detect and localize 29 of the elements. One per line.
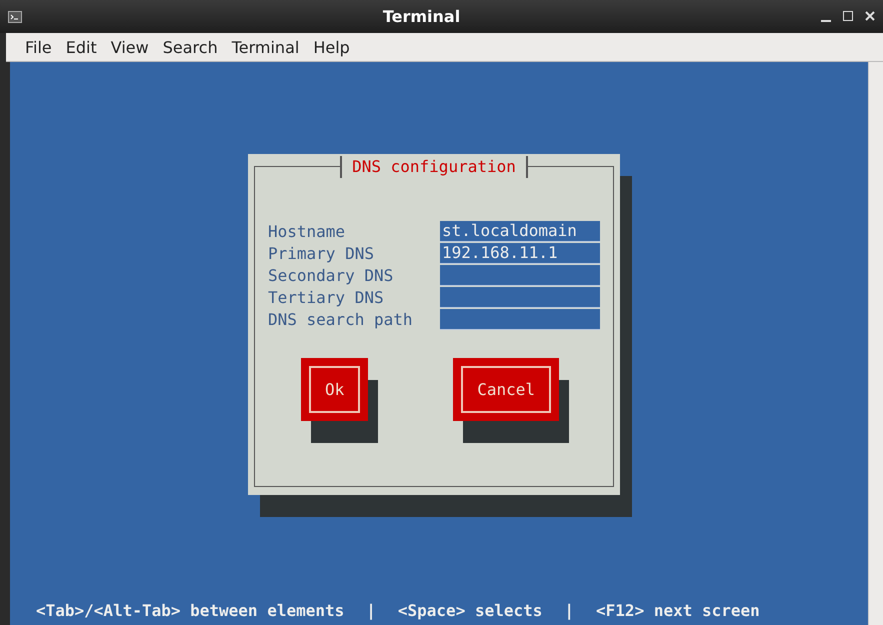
menu-item[interactable]: Edit [60, 36, 102, 58]
close-icon[interactable] [865, 10, 875, 20]
dialog-button[interactable]: Cancel [453, 358, 560, 421]
menu-item[interactable]: View [106, 36, 154, 58]
dialog-title: DNS configuration [340, 156, 528, 178]
field-label: DNS search path [268, 310, 414, 328]
field-label: Primary DNS [268, 244, 375, 262]
input-field[interactable] [440, 308, 600, 330]
field-label: Tertiary DNS [268, 288, 385, 306]
status-text: <Space> selects [398, 600, 542, 620]
menu-item[interactable]: Search [158, 36, 223, 58]
menu-item[interactable]: Help [308, 36, 355, 58]
menu-item[interactable]: Terminal [226, 36, 304, 58]
scrollbar[interactable] [868, 62, 883, 625]
status-text: <Tab>/<Alt-Tab> between elements [36, 600, 344, 620]
status-text: <F12> next screen [596, 600, 760, 620]
field-label: Secondary DNS [268, 266, 394, 284]
status-text: | [366, 600, 376, 620]
status-text: | [564, 600, 574, 620]
input-field[interactable] [440, 264, 600, 286]
dialog-button[interactable]: Ok [301, 358, 368, 421]
maximize-icon[interactable] [843, 10, 853, 20]
window-title: Terminal [382, 7, 462, 26]
field-label: Hostname [268, 222, 346, 240]
input-field[interactable]: st.localdomain [440, 220, 600, 242]
terminal-icon [8, 10, 22, 22]
input-field[interactable]: 192.168.11.1 [440, 242, 600, 264]
input-field[interactable] [440, 286, 600, 308]
menu-item[interactable]: File [20, 36, 57, 58]
